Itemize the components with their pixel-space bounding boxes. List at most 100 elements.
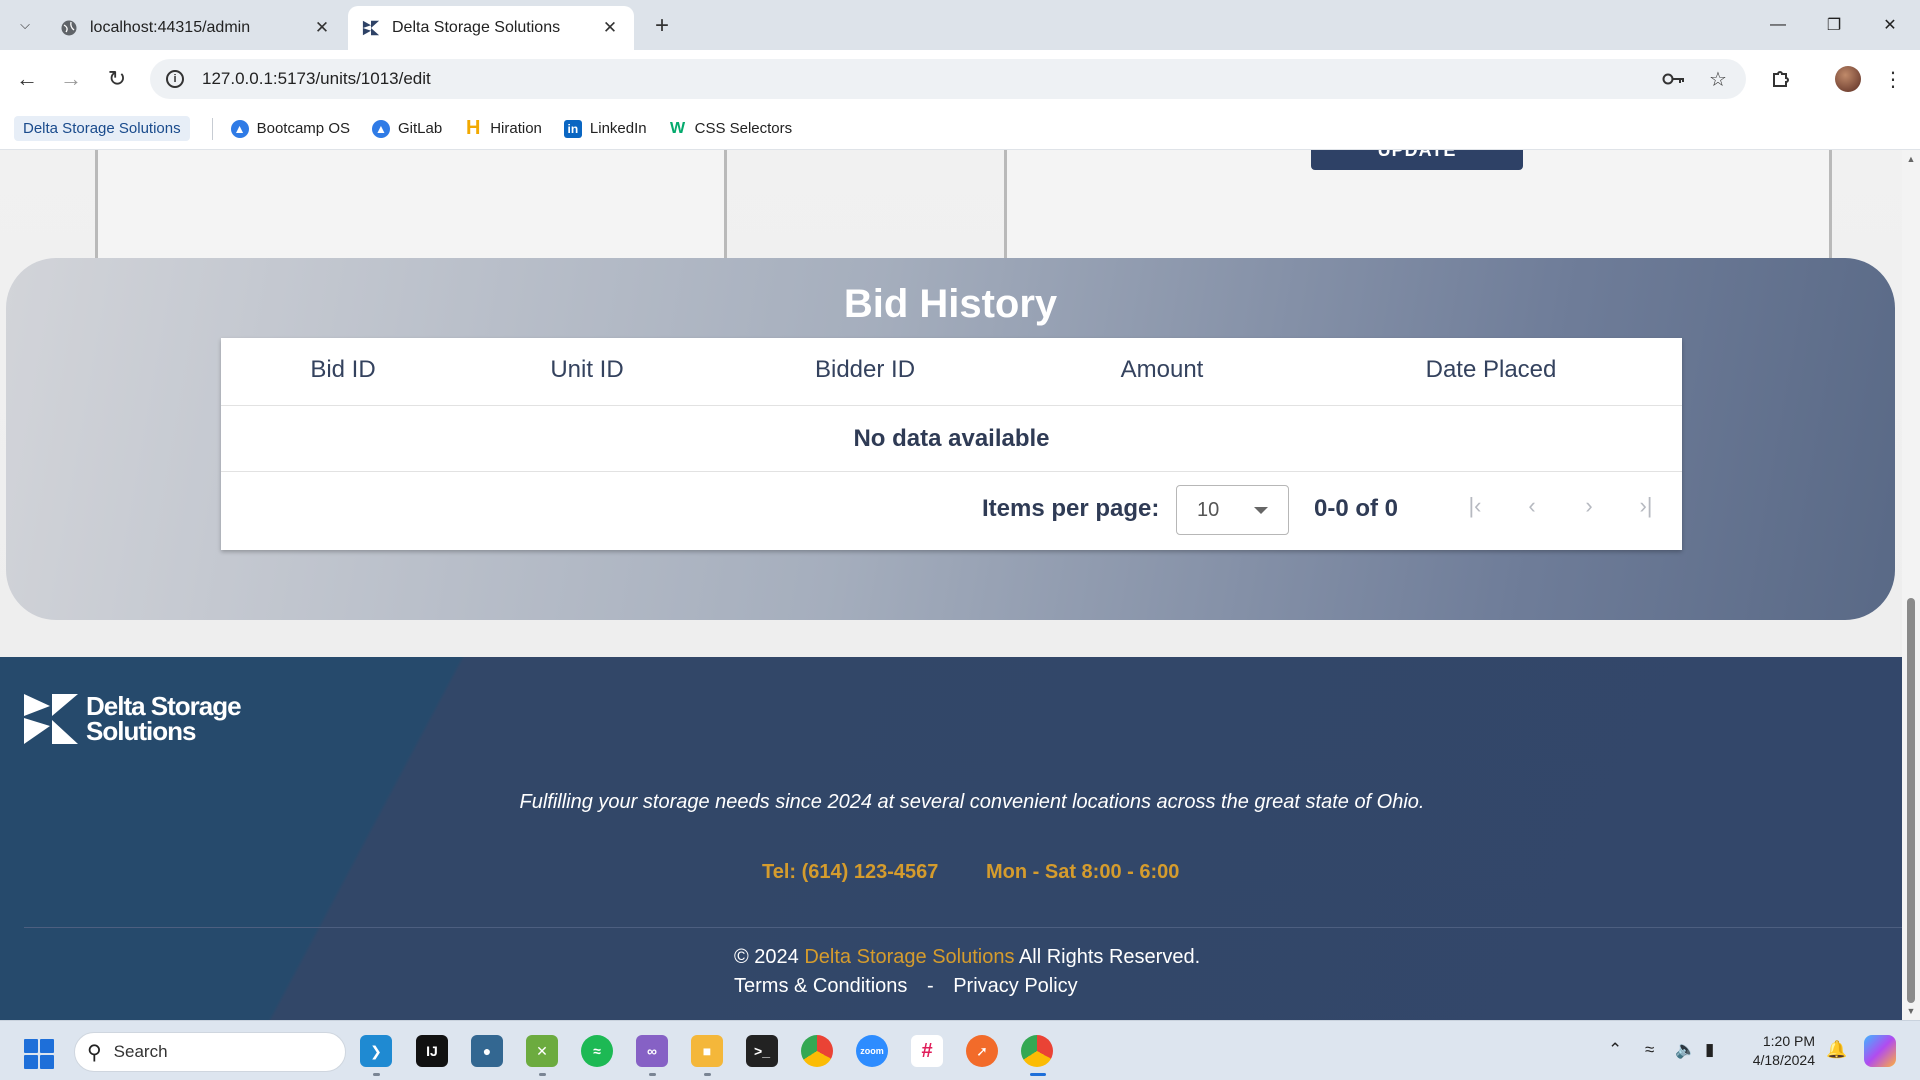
postgres-icon[interactable]: ● — [471, 1035, 503, 1067]
terms-link[interactable]: Terms & Conditions — [734, 975, 907, 998]
bookmark-gitlab[interactable]: ▲ GitLab — [372, 119, 442, 138]
bookmark-label: CSS Selectors — [694, 120, 793, 137]
terminal-icon[interactable]: >_ — [746, 1035, 778, 1067]
bookmark-bootcamp-os[interactable]: ▲ Bootcamp OS — [230, 119, 350, 138]
bid-history-title: Bid History — [843, 282, 1058, 326]
last-page-icon[interactable]: ›| — [1630, 490, 1662, 522]
tab-admin[interactable]: localhost:44315/admin ✕ — [46, 6, 346, 50]
address-bar[interactable]: i 127.0.0.1:5173/units/1013/edit ☆ — [150, 59, 1746, 99]
pagination-range: 0-0 of 0 — [1314, 495, 1399, 522]
logo-line-2: Solutions — [86, 716, 196, 746]
zoom-icon[interactable]: zoom — [856, 1035, 888, 1067]
back-arrow-icon[interactable]: ← — [12, 64, 42, 94]
bookmark-hiration[interactable]: H Hiration — [464, 117, 542, 139]
column-header-bidder-id[interactable]: Bidder ID — [815, 356, 915, 384]
running-indicator — [704, 1073, 711, 1076]
site-info-icon[interactable]: i — [166, 70, 184, 88]
windows-start-icon[interactable] — [24, 1039, 54, 1069]
slack-icon[interactable]: # — [911, 1035, 943, 1067]
update-button[interactable]: UPDATE — [1311, 150, 1523, 170]
footer-tagline: Fulfilling your storage needs since 2024… — [519, 791, 1425, 813]
vscode-icon[interactable]: ❯ — [360, 1035, 392, 1067]
extensions-puzzle-icon[interactable] — [1766, 64, 1796, 94]
column-header-unit-id[interactable]: Unit ID — [550, 356, 623, 384]
reload-icon[interactable]: ↻ — [102, 64, 132, 94]
taskbar-search[interactable]: ⚲ Search — [74, 1032, 346, 1072]
profile-avatar[interactable] — [1835, 66, 1861, 92]
bookmark-star-icon[interactable]: ☆ — [1706, 67, 1730, 91]
chrome-icon[interactable] — [801, 1035, 833, 1067]
show-hidden-icons-chevron-icon[interactable]: ⌃ — [1608, 1040, 1622, 1060]
windows-taskbar: ⚲ Search ❯ IJ ● ✕ ≈ ∞ ■ >_ zoom # ➚ ⌃ ≈ … — [0, 1020, 1920, 1080]
scroll-down-icon[interactable]: ▼ — [1906, 1006, 1916, 1016]
intellij-icon[interactable]: IJ — [416, 1035, 448, 1067]
volume-icon[interactable]: 🔈 — [1675, 1040, 1696, 1060]
previous-page-icon[interactable]: ‹ — [1516, 490, 1548, 522]
column-header-bid-id[interactable]: Bid ID — [310, 356, 375, 384]
forward-arrow-icon[interactable]: → — [56, 64, 86, 94]
active-indicator — [1030, 1073, 1046, 1076]
wifi-icon[interactable]: ≈ — [1645, 1040, 1654, 1060]
password-key-icon[interactable] — [1662, 67, 1686, 91]
site-footer: Delta Storage Solutions Fulfilling your … — [0, 657, 1902, 1020]
tab-search-button[interactable]: ⌵ — [10, 10, 40, 40]
w3-icon: W — [670, 119, 686, 137]
bookmarks-bar: Delta Storage Solutions ▲ Bootcamp OS ▲ … — [0, 108, 1920, 150]
privacy-link[interactable]: Privacy Policy — [953, 975, 1077, 998]
footer-logo[interactable]: Delta Storage Solutions — [24, 693, 242, 746]
clock-time: 1:20 PM — [1762, 1033, 1815, 1049]
delta-logo-icon — [362, 19, 380, 37]
file-explorer-icon[interactable]: ■ — [691, 1035, 723, 1067]
copilot-icon[interactable] — [1864, 1035, 1896, 1067]
menu-kebab-icon[interactable]: ⋮ — [1878, 64, 1908, 94]
first-page-icon[interactable]: |‹ — [1459, 490, 1491, 522]
bookmark-label: Hiration — [490, 120, 542, 137]
copyright-brand-link[interactable]: Delta Storage Solutions — [804, 946, 1014, 968]
search-icon: ⚲ — [87, 1041, 102, 1064]
bookmark-label: LinkedIn — [589, 120, 647, 137]
scrollbar-thumb[interactable] — [1907, 598, 1915, 1003]
spotify-icon[interactable]: ≈ — [581, 1035, 613, 1067]
restore-icon[interactable]: ❐ — [1806, 0, 1862, 50]
running-indicator — [539, 1073, 546, 1076]
tab-title: Delta Storage Solutions — [392, 19, 561, 36]
footer-phone[interactable]: Tel: (614) 123-4567 — [762, 861, 938, 884]
column-header-date-placed[interactable]: Date Placed — [1426, 356, 1557, 384]
close-icon[interactable]: ✕ — [600, 18, 620, 38]
linkedin-icon: in — [563, 119, 582, 138]
minimize-icon[interactable]: — — [1750, 0, 1806, 50]
bookmark-delta-storage[interactable]: Delta Storage Solutions — [14, 116, 190, 141]
next-page-icon[interactable]: › — [1573, 490, 1605, 522]
system-clock[interactable]: 1:20 PM 4/18/2024 — [1745, 1032, 1815, 1070]
scroll-up-icon[interactable]: ▲ — [1906, 154, 1916, 164]
tab-title: localhost:44315/admin — [90, 19, 251, 36]
bookmark-linkedin[interactable]: in LinkedIn — [563, 119, 647, 138]
page-scrollbar[interactable]: ▲ ▼ — [1902, 150, 1920, 1020]
tab-delta-storage[interactable]: Delta Storage Solutions ✕ — [348, 6, 634, 50]
atlassian-icon: ▲ — [372, 119, 390, 138]
tools-icon[interactable]: ✕ — [526, 1035, 558, 1067]
url-text: 127.0.0.1:5173/units/1013/edit — [202, 69, 431, 88]
running-indicator — [649, 1073, 656, 1076]
items-per-page-select[interactable]: 10 — [1176, 485, 1289, 535]
notification-bell-icon[interactable]: 🔔 — [1826, 1040, 1847, 1060]
new-tab-button[interactable]: + — [648, 12, 676, 40]
items-per-page-value: 10 — [1197, 499, 1220, 521]
chrome-profile-icon[interactable] — [1021, 1035, 1053, 1067]
copyright-prefix: © 2024 — [734, 946, 799, 968]
browser-toolbar: ← → ↻ i 127.0.0.1:5173/units/1013/edit ☆… — [0, 50, 1920, 108]
table-header: Bid ID Unit ID Bidder ID Amount Date Pla… — [221, 338, 1682, 406]
hiration-icon: H — [465, 117, 481, 139]
postman-icon[interactable]: ➚ — [966, 1035, 998, 1067]
close-icon[interactable]: ✕ — [312, 18, 332, 38]
battery-icon[interactable]: ▮ — [1705, 1040, 1714, 1060]
visual-studio-icon[interactable]: ∞ — [636, 1035, 668, 1067]
bookmark-css-selectors[interactable]: W CSS Selectors — [669, 119, 793, 138]
close-window-icon[interactable]: ✕ — [1862, 0, 1918, 50]
legal-separator: - — [926, 975, 934, 997]
caret-down-icon — [1254, 507, 1268, 514]
column-header-amount[interactable]: Amount — [1121, 356, 1204, 384]
bid-history-table: Bid ID Unit ID Bidder ID Amount Date Pla… — [221, 338, 1682, 550]
atlassian-icon: ▲ — [230, 119, 249, 138]
delta-logo-icon — [24, 694, 78, 744]
